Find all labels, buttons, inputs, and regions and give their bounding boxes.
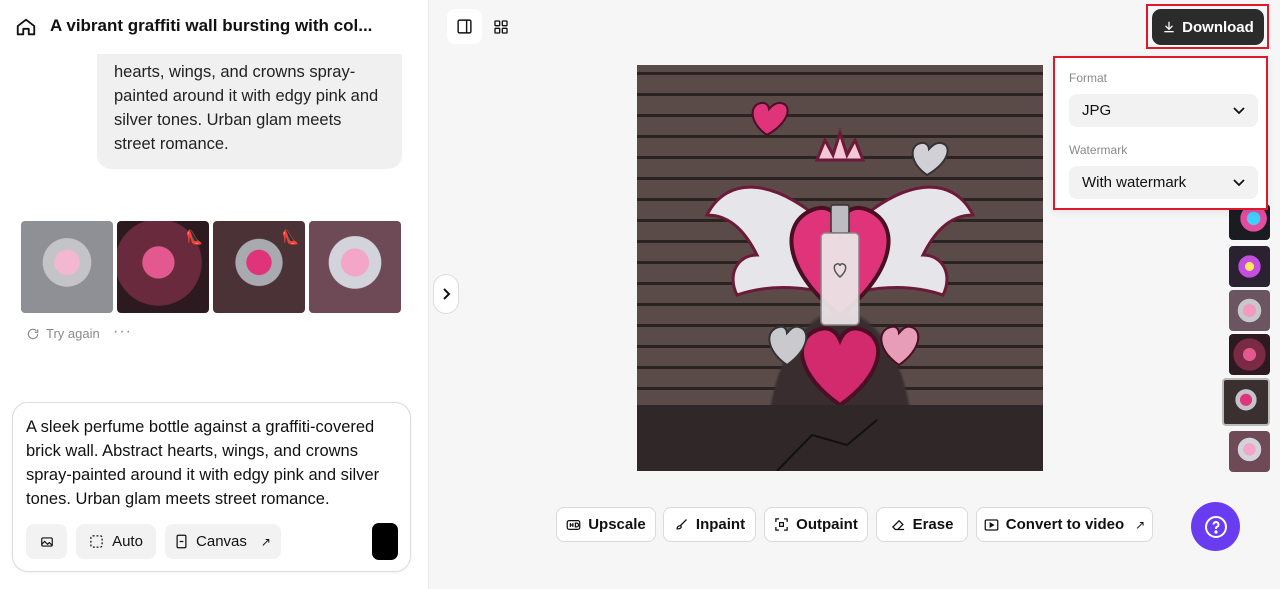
expand-panel-button[interactable]: [433, 274, 459, 314]
outpaint-label: Outpaint: [796, 516, 858, 533]
chevron-down-icon: [1233, 106, 1245, 114]
download-icon: [1164, 21, 1174, 33]
panel-icon: [457, 19, 472, 34]
download-options-menu: Format JPG Watermark With watermark: [1053, 56, 1268, 210]
history-thumb-4[interactable]: [1229, 334, 1270, 375]
generated-image-2[interactable]: 👠: [117, 221, 209, 313]
image-upload-button[interactable]: [26, 524, 67, 559]
format-select[interactable]: JPG: [1069, 94, 1258, 127]
generated-image-3[interactable]: 👠: [213, 221, 305, 313]
erase-button[interactable]: Erase: [876, 507, 968, 542]
more-options-icon[interactable]: ···: [113, 323, 132, 341]
auto-label: Auto: [112, 533, 143, 550]
canvas-button[interactable]: Canvas ↗: [165, 524, 281, 559]
chevron-right-icon: [443, 288, 451, 300]
history-thumb-6[interactable]: [1229, 431, 1270, 472]
generated-thumbnails: 👠 👠: [21, 221, 401, 313]
generated-image-4[interactable]: [309, 221, 401, 313]
upscale-button[interactable]: Upscale: [556, 507, 656, 542]
chevron-down-icon: [1233, 178, 1245, 186]
history-thumb-5-active[interactable]: [1222, 378, 1270, 426]
prompt-composer[interactable]: A sleek perfume bottle against a graffit…: [12, 402, 411, 572]
history-thumb-3[interactable]: [1229, 290, 1270, 331]
shoe-icon: 👠: [185, 229, 203, 245]
eraser-icon: [891, 519, 904, 531]
graffiti-heart-artwork: [637, 101, 1043, 471]
chat-header: A vibrant graffiti wall bursting with co…: [0, 0, 428, 54]
outpaint-button[interactable]: Outpaint: [764, 507, 868, 542]
hd-icon: [566, 519, 581, 530]
grid-icon: [493, 19, 508, 34]
inpaint-button[interactable]: Inpaint: [663, 507, 756, 542]
prompt-bubble: hearts, wings, and crowns spray-painted …: [97, 38, 402, 169]
download-button[interactable]: Download: [1152, 9, 1264, 45]
try-again-label: Try again: [46, 326, 100, 341]
external-link-icon: ↗: [260, 534, 271, 549]
history-thumb-2[interactable]: [1229, 246, 1270, 287]
convert-to-video-button[interactable]: Convert to video ↗: [976, 507, 1153, 542]
shoe-icon: 👠: [281, 229, 299, 245]
grid-view-toggle[interactable]: [483, 9, 518, 44]
format-label: Format: [1069, 71, 1108, 85]
watermark-select[interactable]: With watermark: [1069, 166, 1258, 199]
watermark-value: With watermark: [1082, 174, 1187, 191]
generated-image-1[interactable]: [21, 221, 113, 313]
help-button[interactable]: [1191, 502, 1240, 551]
main-generated-image[interactable]: [637, 65, 1043, 471]
download-label: Download: [1182, 18, 1254, 36]
erase-label: Erase: [912, 516, 954, 533]
format-value: JPG: [1082, 102, 1112, 119]
expand-frame-icon: [775, 518, 788, 531]
chat-panel: hearts, wings, and crowns spray-painted …: [0, 0, 429, 589]
canvas-label: Canvas: [196, 533, 247, 550]
prompt-bubble-text: hearts, wings, and crowns spray-painted …: [114, 63, 379, 153]
single-view-toggle[interactable]: [447, 9, 482, 44]
send-button[interactable]: [372, 523, 398, 560]
page-title: A vibrant graffiti wall bursting with co…: [50, 16, 373, 35]
refresh-icon: [27, 328, 39, 339]
try-again-button[interactable]: Try again: [26, 326, 100, 341]
convert-label: Convert to video: [1005, 516, 1125, 533]
video-play-icon: [984, 518, 999, 531]
question-icon: [1204, 515, 1227, 538]
upscale-label: Upscale: [588, 516, 646, 533]
prompt-input[interactable]: A sleek perfume bottle against a graffit…: [26, 415, 398, 511]
auto-frame-icon: [90, 535, 103, 548]
external-link-icon: ↗: [1135, 517, 1146, 532]
auto-button[interactable]: Auto: [76, 524, 156, 559]
home-icon[interactable]: [15, 16, 37, 38]
image-icon: [40, 536, 53, 547]
brush-icon: [676, 519, 687, 530]
canvas-icon: [176, 534, 187, 549]
inpaint-label: Inpaint: [695, 516, 746, 533]
watermark-label: Watermark: [1069, 143, 1128, 157]
